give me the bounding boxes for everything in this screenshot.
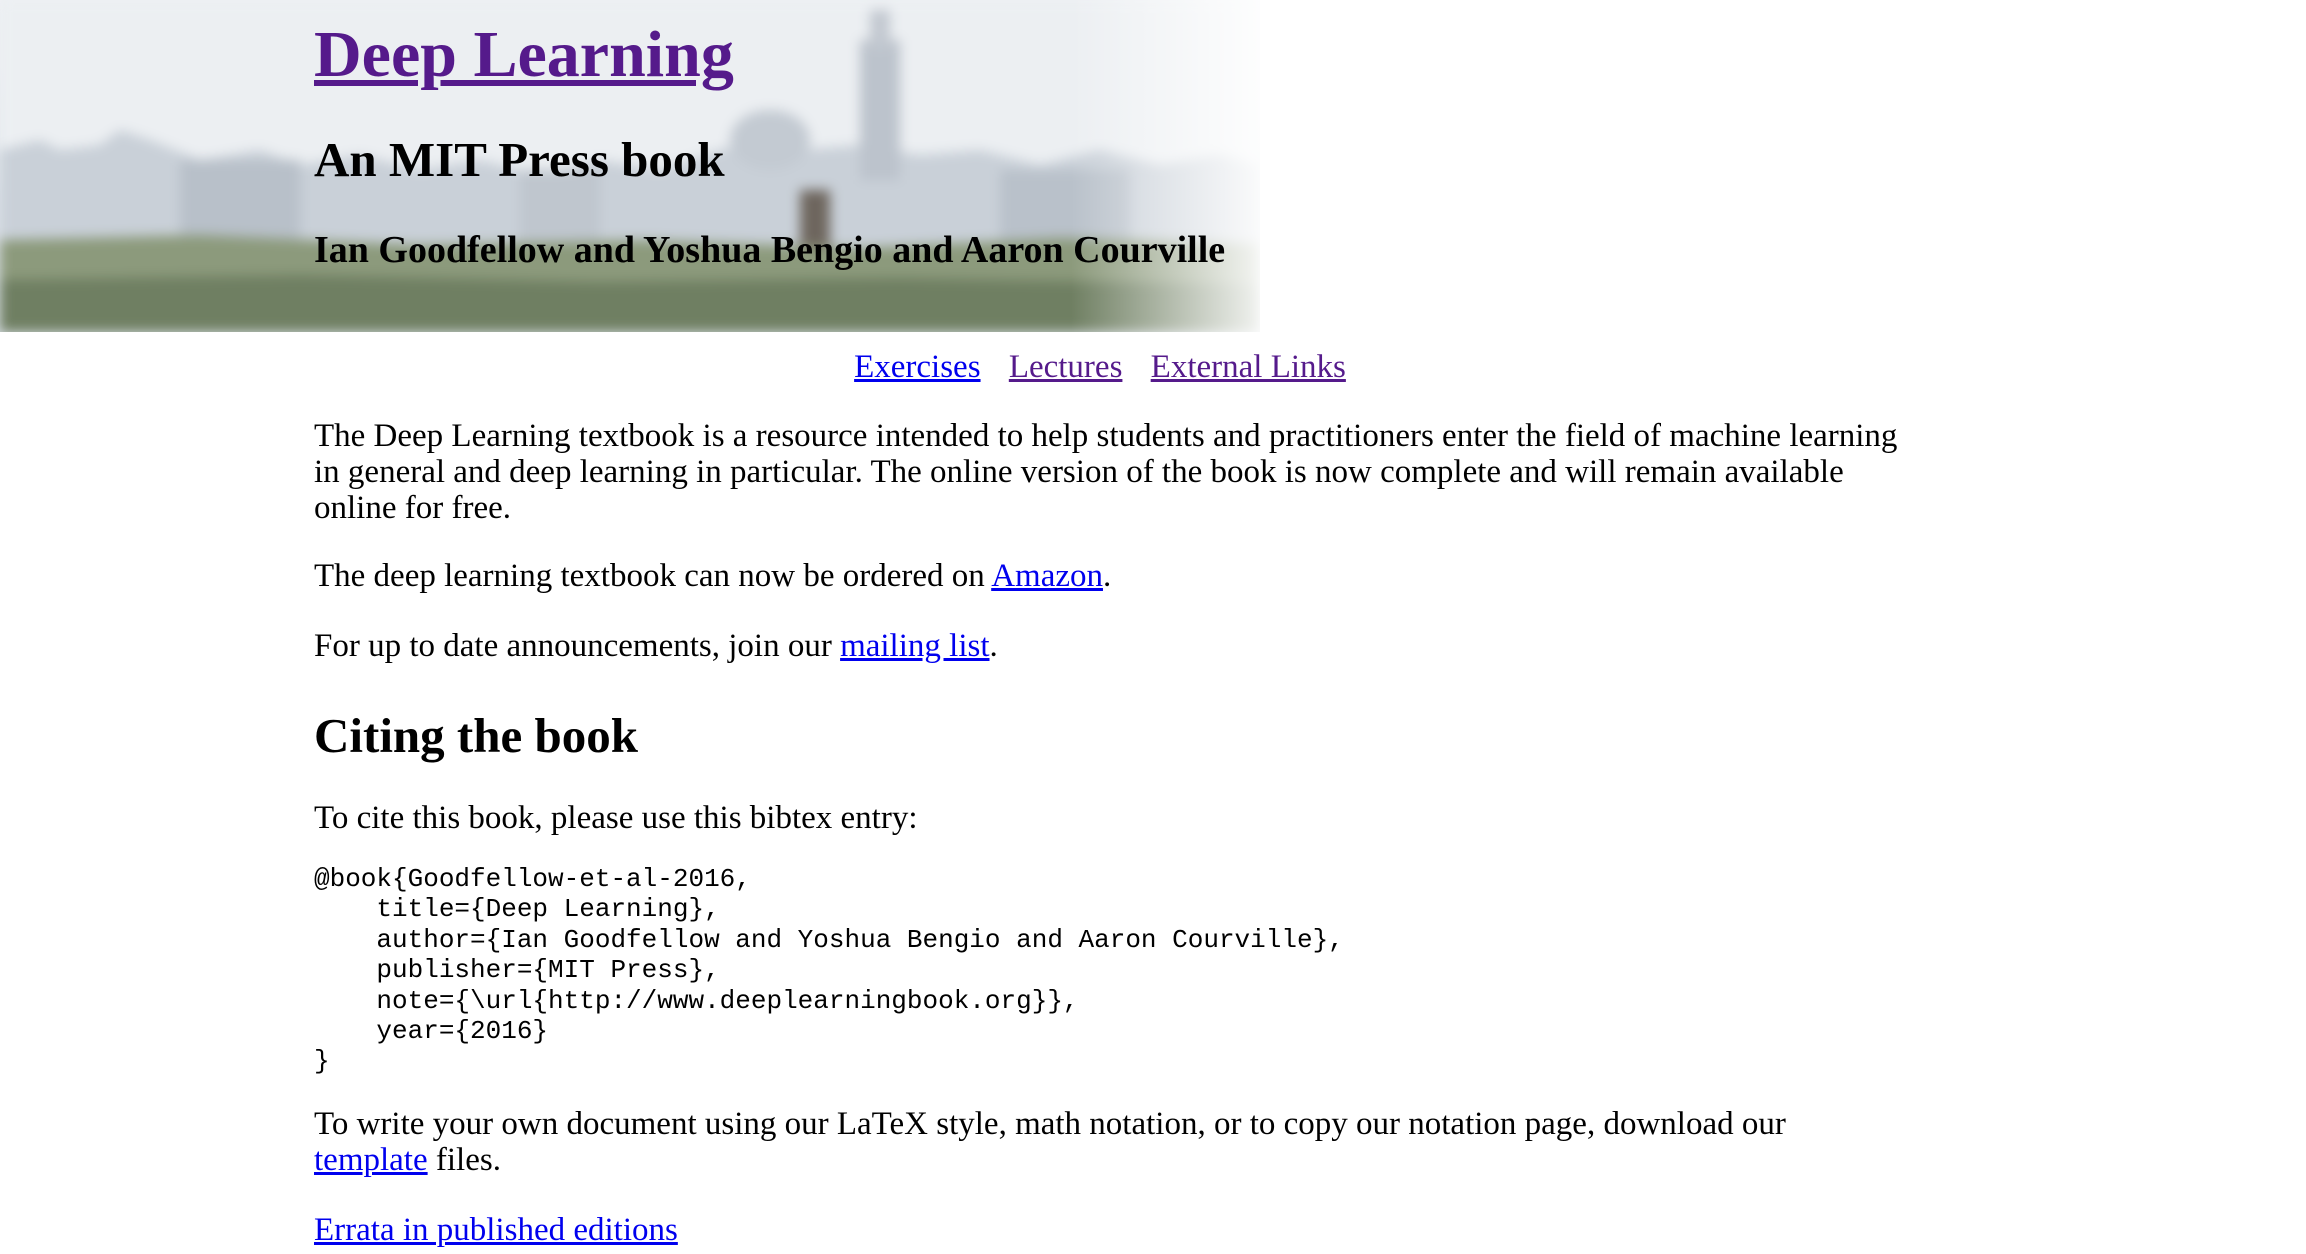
intro-paragraph: The Deep Learning textbook is a resource… — [314, 418, 1898, 526]
bibtex-entry: @book{Goodfellow-et-al-2016, title={Deep… — [314, 864, 1344, 1077]
amazon-suffix: . — [1102, 558, 1112, 594]
mailing-list-link[interactable]: mailing list — [840, 628, 989, 664]
nav-link-exercises[interactable]: Exercises — [854, 349, 980, 385]
template-paragraph: To write your own document using our LaT… — [314, 1106, 1904, 1178]
mailing-text: For up to date announcements, join our — [314, 628, 841, 664]
template-link[interactable]: template — [314, 1142, 428, 1178]
amazon-text: The deep learning textbook can now be or… — [314, 558, 992, 594]
errata-paragraph: Errata in published editions — [314, 1212, 678, 1248]
amazon-link[interactable]: Amazon — [991, 558, 1103, 594]
mailing-paragraph: For up to date announcements, join our m… — [314, 628, 998, 664]
citing-heading: Citing the book — [314, 708, 639, 763]
book-subtitle: An MIT Press book — [314, 132, 725, 187]
template-suffix: files. — [427, 1142, 501, 1178]
nav-link-external-links[interactable]: External Links — [1151, 349, 1346, 385]
template-text: To write your own document using our LaT… — [314, 1106, 1786, 1142]
book-authors: Ian Goodfellow and Yoshua Bengio and Aar… — [314, 229, 1226, 271]
mailing-suffix: . — [989, 628, 998, 664]
cite-intro: To cite this book, please use this bibte… — [314, 800, 918, 836]
site-title: Deep Learning — [314, 14, 734, 96]
amazon-paragraph: The deep learning textbook can now be or… — [314, 558, 1111, 594]
errata-link[interactable]: Errata in published editions — [314, 1212, 678, 1248]
site-title-link[interactable]: Deep Learning — [314, 18, 734, 91]
nav-link-lectures[interactable]: Lectures — [1009, 349, 1123, 385]
top-nav: Exercises Lectures External Links — [0, 346, 2200, 388]
